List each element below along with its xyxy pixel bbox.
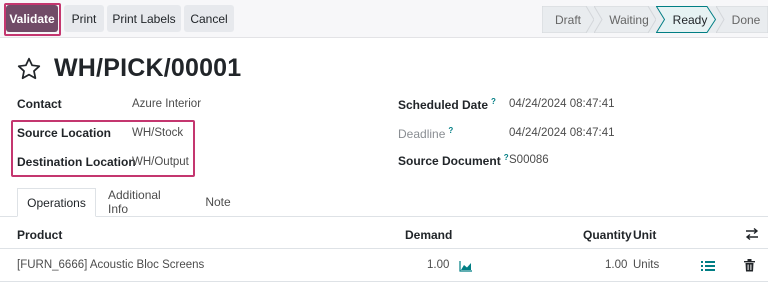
source-location-label: Source Location — [17, 126, 112, 140]
notebook-tabs: Operations Additional Info Note — [17, 188, 243, 217]
deadline-value[interactable]: 04/24/2024 08:47:41 — [509, 127, 615, 139]
row-demand: 1.00 — [427, 259, 450, 271]
row-quantity[interactable]: 1.00 — [605, 259, 627, 271]
scheduled-date-help-icon[interactable]: ? — [491, 97, 496, 106]
stage-waiting-label: Waiting — [609, 12, 649, 27]
row-divider — [0, 281, 768, 282]
deadline-help-icon[interactable]: ? — [448, 126, 453, 135]
control-panel: Validate Print Print Labels Cancel Draft… — [0, 0, 768, 38]
source-document-value[interactable]: S00086 — [509, 154, 549, 166]
tab-note[interactable]: Note — [193, 188, 243, 217]
record-title: WH/PICK/00001 — [54, 54, 242, 82]
row-unit[interactable]: Units — [633, 259, 659, 271]
contact-value[interactable]: Azure Interior — [132, 98, 201, 110]
row-product[interactable]: [FURN_6666] Acoustic Bloc Screens — [17, 259, 204, 271]
scheduled-date-label-text: Scheduled Date — [398, 98, 489, 112]
validate-button[interactable]: Validate — [6, 5, 58, 32]
status-bar: Draft Waiting Ready Done — [542, 6, 768, 33]
column-header-product[interactable]: Product — [17, 228, 62, 242]
print-labels-button[interactable]: Print Labels — [107, 5, 181, 32]
source-document-label: Source Document? — [398, 153, 509, 168]
cancel-button[interactable]: Cancel — [184, 5, 234, 32]
stage-draft[interactable]: Draft — [542, 6, 594, 33]
source-document-label-text: Source Document — [398, 154, 501, 168]
stage-done[interactable]: Done — [716, 6, 768, 33]
contact-label: Contact — [17, 97, 62, 111]
tab-operations[interactable]: Operations — [17, 188, 96, 217]
title-row: WH/PICK/00001 — [16, 54, 241, 83]
print-button[interactable]: Print — [64, 5, 104, 32]
stage-ready[interactable]: Ready — [656, 6, 716, 33]
destination-location-value[interactable]: WH/Output — [132, 156, 189, 168]
deadline-label-text: Deadline — [398, 127, 446, 141]
optional-columns-icon[interactable] — [745, 227, 759, 244]
deadline-label: Deadline? — [398, 126, 453, 141]
scheduled-date-value[interactable]: 04/24/2024 08:47:41 — [509, 98, 615, 110]
stage-ready-label: Ready — [672, 12, 708, 27]
stage-draft-label: Draft — [554, 12, 581, 27]
stage-waiting[interactable]: Waiting — [594, 6, 656, 33]
source-document-help-icon[interactable]: ? — [504, 153, 509, 162]
source-location-value[interactable]: WH/Stock — [132, 127, 183, 139]
star-icon[interactable] — [16, 56, 42, 82]
scheduled-date-label: Scheduled Date? — [398, 97, 496, 112]
tab-additional-info[interactable]: Additional Info — [96, 188, 193, 217]
detailed-operations-icon[interactable] — [701, 260, 715, 275]
stage-done-label: Done — [731, 12, 761, 27]
header-divider — [0, 248, 768, 249]
column-header-unit[interactable]: Unit — [633, 228, 656, 242]
trash-icon[interactable] — [744, 259, 755, 275]
destination-location-label: Destination Location — [17, 155, 136, 169]
column-header-demand[interactable]: Demand — [405, 228, 452, 242]
forecast-chart-icon[interactable] — [459, 260, 473, 275]
column-header-quantity[interactable]: Quantity — [583, 228, 632, 242]
